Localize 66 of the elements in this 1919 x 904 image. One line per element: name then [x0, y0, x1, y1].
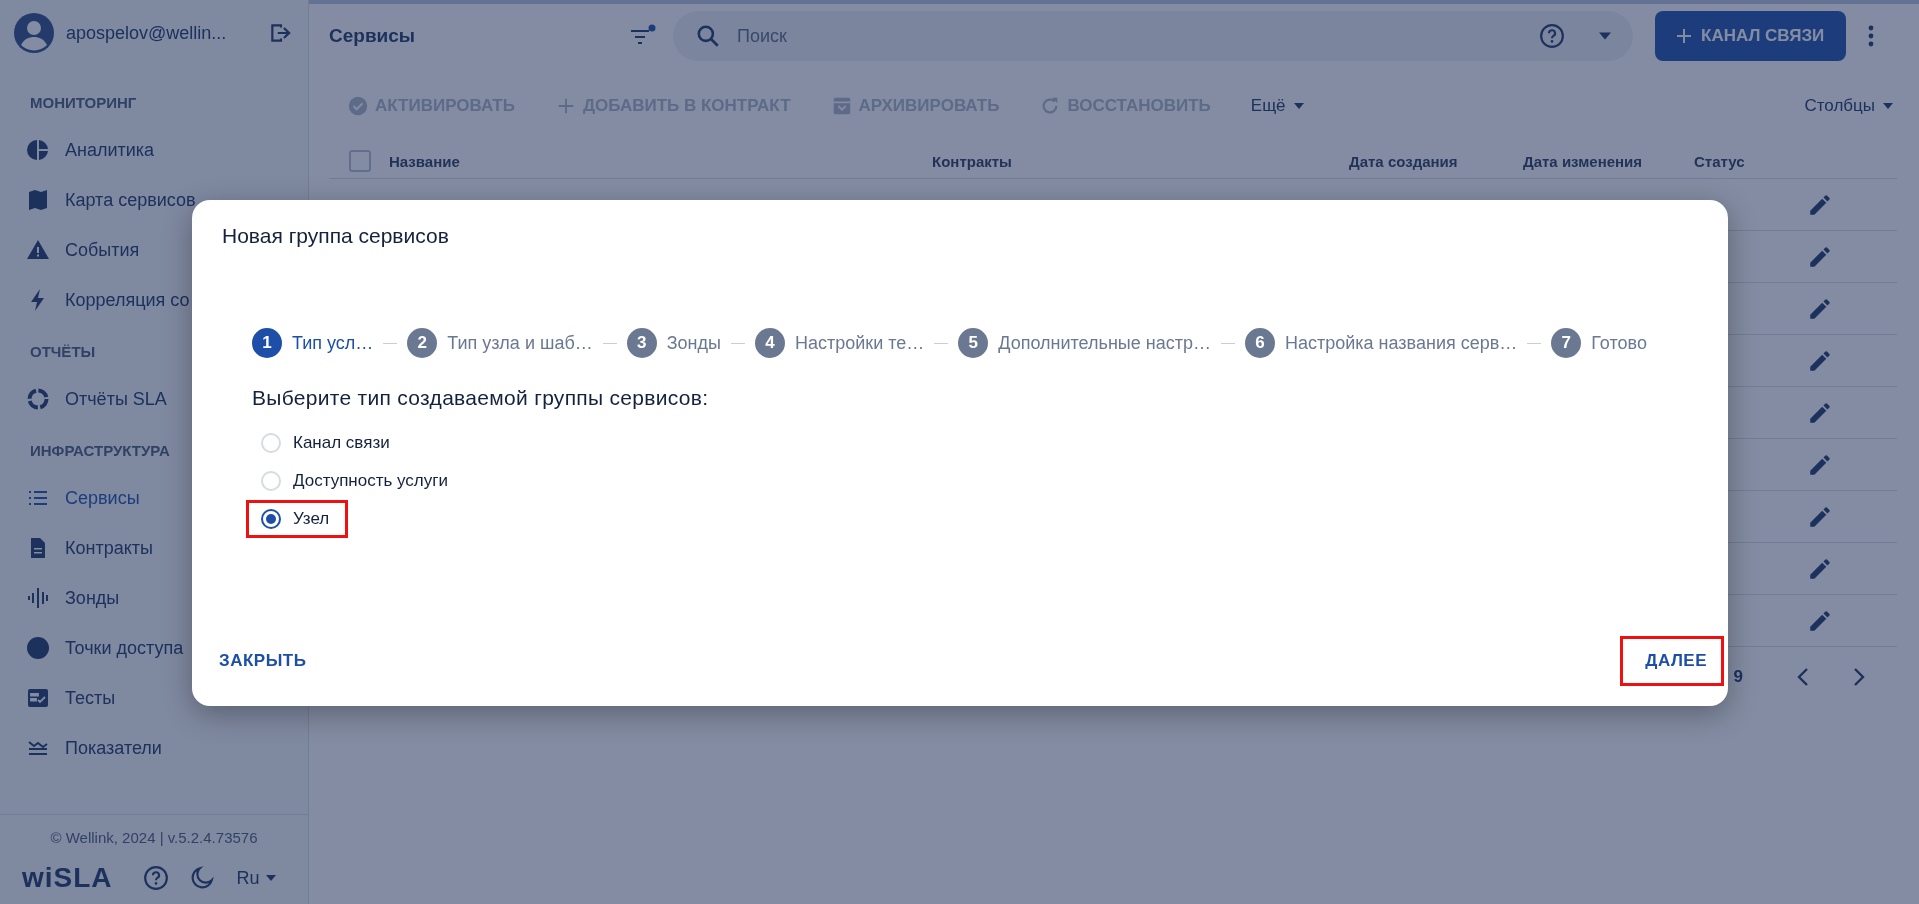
dialog-title: Новая группа сервисов	[222, 224, 450, 248]
add-channel-button[interactable]: КАНАЛ СВЯЗИ	[1655, 11, 1847, 61]
step-number-badge: 5	[958, 328, 989, 358]
radio-option[interactable]: Узел	[246, 500, 349, 538]
circle-icon	[26, 636, 50, 660]
language-select[interactable]: Ru	[234, 865, 278, 891]
step[interactable]: 2 Тип узла и шаб…	[407, 328, 593, 358]
check-circle-icon	[347, 95, 369, 117]
ring-icon	[26, 387, 50, 411]
logo-text: wiSLA	[22, 862, 113, 894]
help-icon[interactable]	[1539, 23, 1565, 49]
column-header: Дата создания	[1349, 152, 1458, 170]
sidebar-item[interactable]: Аналитика	[0, 125, 308, 175]
search-icon	[695, 23, 721, 49]
step-number-badge: 2	[407, 328, 438, 358]
column-header: Дата изменения	[1523, 152, 1643, 170]
checkbox[interactable]	[349, 150, 371, 172]
map-icon	[26, 188, 50, 212]
step[interactable]: 7 Готово	[1551, 328, 1647, 358]
checklist-icon	[26, 686, 50, 710]
radio-option[interactable]: Канал связи	[246, 424, 409, 462]
plus-icon	[1677, 29, 1691, 43]
chevron-right-icon[interactable]	[1853, 667, 1865, 687]
pie-chart-icon	[26, 138, 50, 162]
waveform-icon	[26, 586, 50, 610]
caret-icon	[1883, 103, 1893, 109]
step-number-badge: 4	[754, 328, 785, 358]
copyright-text: © Wellink, 2024 | v.5.2.4.73576	[49, 829, 259, 846]
step[interactable]: 4 Настройки те…	[754, 328, 925, 358]
step-number-badge: 1	[252, 328, 282, 358]
step[interactable]: 1 Тип усл…	[252, 328, 374, 358]
columns-dropdown[interactable]: Столбцы	[1804, 96, 1893, 116]
avatar-icon	[14, 13, 54, 53]
caret-icon	[265, 875, 276, 881]
search-field[interactable]: Поиск	[673, 11, 1633, 61]
section-heading: МОНИТОРИНГ	[30, 94, 137, 111]
step-number-badge: 6	[1245, 328, 1275, 358]
search-input[interactable]: Поиск	[735, 24, 1525, 48]
caret-icon[interactable]	[1599, 32, 1611, 40]
warning-icon	[26, 238, 50, 262]
radio-button[interactable]	[261, 509, 281, 529]
more-dropdown[interactable]: Ещё	[1250, 96, 1304, 116]
chevron-left-icon[interactable]	[1797, 667, 1809, 687]
sidebar-item[interactable]: Корреляция со	[0, 275, 308, 325]
sidebar-item[interactable]: Показатели	[0, 723, 308, 773]
column-header: Название	[389, 152, 460, 170]
step-number-badge: 3	[626, 328, 657, 358]
sidebar-item[interactable]: Зонды	[0, 573, 308, 623]
column-header: Контракты	[932, 152, 1012, 170]
section-heading: ОТЧЁТЫ	[30, 343, 96, 360]
question-text: Выберите тип создаваемой группы сервисов:	[252, 386, 710, 410]
page-title: Сервисы	[329, 25, 417, 47]
step[interactable]: 6 Настройка названия серв…	[1245, 328, 1518, 358]
column-header: Статус	[1694, 152, 1745, 170]
user-name: apospelov@wellin...	[66, 22, 228, 44]
step[interactable]: 3 Зонды	[626, 328, 721, 358]
caret-icon	[1293, 103, 1304, 109]
sidebar-item[interactable]: Карта сервисов	[0, 175, 308, 225]
step-number-badge: 7	[1551, 328, 1582, 358]
section-heading: ИНФРАСТРУКТУРА	[30, 442, 170, 459]
pagination-text: 9	[1733, 667, 1743, 687]
next-button[interactable]: ДАЛЕЕ	[1620, 636, 1724, 686]
help-icon[interactable]	[142, 865, 169, 891]
step[interactable]: 5 Дополнительные настр…	[958, 328, 1211, 358]
radio-option[interactable]: Доступность услуги	[246, 462, 467, 500]
more-icon[interactable]	[1868, 25, 1875, 47]
